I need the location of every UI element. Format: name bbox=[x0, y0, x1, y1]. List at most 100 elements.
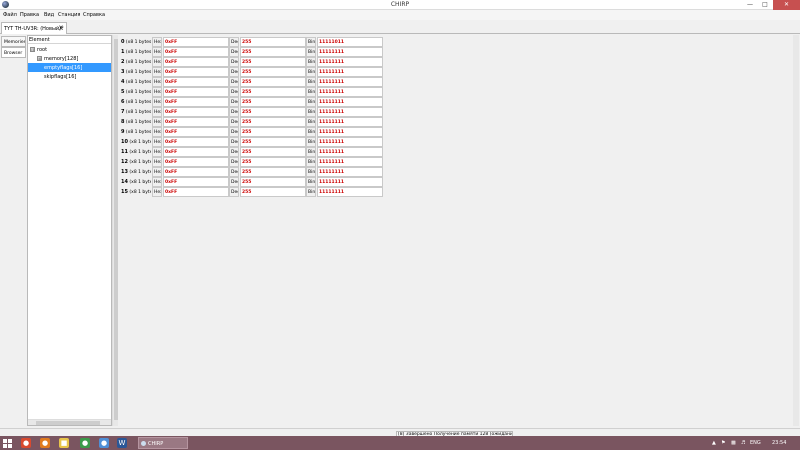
dec-value-field[interactable]: 255 bbox=[240, 107, 306, 117]
hex-value-field[interactable]: 0xFF bbox=[163, 97, 229, 107]
close-window-button[interactable]: ✕ bbox=[773, 0, 800, 10]
bin-value-field[interactable]: 11111111 bbox=[317, 147, 383, 157]
hex-value-field[interactable]: 0xFF bbox=[163, 67, 229, 77]
bin-value-field[interactable]: 11111111 bbox=[317, 157, 383, 167]
bin-value-field[interactable]: 11111111 bbox=[317, 47, 383, 57]
tree-horizontal-scrollbar[interactable] bbox=[28, 419, 111, 425]
tray-flag-icon[interactable]: ⚑ bbox=[721, 440, 725, 446]
bin-value-field[interactable]: 11111111 bbox=[317, 137, 383, 147]
taskbar-chirp-label: CHIRP bbox=[148, 441, 164, 447]
menu-radio[interactable]: Станция bbox=[58, 12, 80, 18]
dec-value-field[interactable]: 255 bbox=[240, 57, 306, 67]
dec-value-field[interactable]: 255 bbox=[240, 97, 306, 107]
hex-label: Hex bbox=[152, 137, 162, 147]
bin-value-field[interactable]: 11111111 bbox=[317, 177, 383, 187]
bin-value-field[interactable]: 11111111 bbox=[317, 107, 383, 117]
firefox-icon[interactable]: ● bbox=[40, 438, 50, 448]
byte-label: 8 (x8 1 bytes) bbox=[121, 117, 151, 127]
tab-close-icon[interactable]: X bbox=[59, 25, 63, 32]
windows-start-icon[interactable] bbox=[3, 439, 12, 448]
tray-clock[interactable]: 23:54 bbox=[772, 440, 786, 446]
tab-browser[interactable]: Browser bbox=[1, 47, 26, 58]
hex-value-field[interactable]: 0xFF bbox=[163, 77, 229, 87]
bin-value-field[interactable]: 11111111 bbox=[317, 77, 383, 87]
dec-value-field[interactable]: 255 bbox=[240, 117, 306, 127]
menu-edit[interactable]: Правка bbox=[20, 12, 39, 18]
tree-node-memory[interactable]: ⊞ memory[128] bbox=[28, 54, 111, 63]
menu-help[interactable]: Справка bbox=[83, 12, 105, 18]
hex-value-field[interactable]: 0xFF bbox=[163, 167, 229, 177]
opera-icon[interactable]: ● bbox=[21, 438, 31, 448]
dec-value-field[interactable]: 255 bbox=[240, 37, 306, 47]
hex-value-field[interactable]: 0xFF bbox=[163, 127, 229, 137]
menu-view[interactable]: Вид bbox=[44, 12, 54, 18]
bin-value-field[interactable]: 11111011 bbox=[317, 37, 383, 47]
maximize-button[interactable]: □ bbox=[758, 0, 772, 10]
expand-icon[interactable]: ⊞ bbox=[37, 56, 42, 61]
main-vertical-scrollbar[interactable] bbox=[793, 35, 799, 426]
dec-label: Dec bbox=[229, 97, 239, 107]
dec-value-field[interactable]: 255 bbox=[240, 77, 306, 87]
dec-value-field[interactable]: 255 bbox=[240, 127, 306, 137]
side-tab-panel: Memories Browser bbox=[0, 36, 27, 428]
bin-value-field[interactable]: 11111111 bbox=[317, 97, 383, 107]
folder-icon[interactable]: ■ bbox=[59, 438, 69, 448]
dec-value-field[interactable]: 255 bbox=[240, 147, 306, 157]
dec-value-field[interactable]: 255 bbox=[240, 177, 306, 187]
hex-value-field[interactable]: 0xFF bbox=[163, 107, 229, 117]
taskbar-chirp-button[interactable]: CHIRP bbox=[138, 437, 188, 449]
minimize-button[interactable]: — bbox=[743, 0, 757, 10]
tray-network-icon[interactable]: ▩ bbox=[731, 440, 736, 446]
scrollbar-thumb[interactable] bbox=[114, 39, 118, 420]
hex-value-field[interactable]: 0xFF bbox=[163, 187, 229, 197]
dec-value-field[interactable]: 255 bbox=[240, 167, 306, 177]
bin-value-field[interactable]: 11111111 bbox=[317, 87, 383, 97]
tree-node-root[interactable]: ⊟ root bbox=[28, 45, 111, 54]
word-icon[interactable]: W bbox=[117, 438, 127, 448]
dec-value-field[interactable]: 255 bbox=[240, 157, 306, 167]
hex-label: Hex bbox=[152, 77, 162, 87]
bin-value-field[interactable]: 11111111 bbox=[317, 117, 383, 127]
tray-language[interactable]: ENG bbox=[750, 440, 761, 446]
hex-value-field[interactable]: 0xFF bbox=[163, 117, 229, 127]
menu-file[interactable]: Файл bbox=[3, 12, 17, 18]
dec-label: Dec bbox=[229, 177, 239, 187]
tab-radio-image[interactable]: TYT TH-UV3R: (Новый)* X bbox=[1, 22, 67, 34]
dec-value-field[interactable]: 255 bbox=[240, 87, 306, 97]
hex-value-field[interactable]: 0xFF bbox=[163, 37, 229, 47]
browser-icon[interactable]: ● bbox=[99, 438, 109, 448]
tree-header-element[interactable]: Element bbox=[28, 36, 111, 44]
hex-value-field[interactable]: 0xFF bbox=[163, 157, 229, 167]
element-tree: Element ⊟ root ⊞ memory[128] emptyflags[… bbox=[27, 35, 112, 426]
dec-value-field[interactable]: 255 bbox=[240, 47, 306, 57]
hex-value-field[interactable]: 0xFF bbox=[163, 147, 229, 157]
hex-label: Hex bbox=[152, 127, 162, 137]
tree-node-skipflags[interactable]: skipflags[16] bbox=[28, 72, 111, 81]
bin-value-field[interactable]: 11111111 bbox=[317, 67, 383, 77]
bin-value-field[interactable]: 11111111 bbox=[317, 127, 383, 137]
tray-up-arrow-icon[interactable]: ▲ bbox=[712, 440, 716, 446]
byte-index: 14 bbox=[121, 179, 128, 185]
chrome-icon[interactable]: ● bbox=[80, 438, 90, 448]
bin-label: Bin bbox=[306, 67, 316, 77]
hex-value-field[interactable]: 0xFF bbox=[163, 47, 229, 57]
hex-label: Hex bbox=[152, 177, 162, 187]
scrollbar-thumb[interactable] bbox=[36, 421, 100, 425]
tray-volume-icon[interactable]: ♬ bbox=[741, 440, 745, 446]
bin-value-field[interactable]: 11111111 bbox=[317, 167, 383, 177]
collapse-icon[interactable]: ⊟ bbox=[30, 47, 35, 52]
dec-value-field[interactable]: 255 bbox=[240, 187, 306, 197]
tab-radio-image-label: TYT TH-UV3R: (Новый)* bbox=[4, 26, 64, 32]
dec-value-field[interactable]: 255 bbox=[240, 137, 306, 147]
bin-value-field[interactable]: 11111111 bbox=[317, 187, 383, 197]
tree-node-emptyflags[interactable]: emptyflags[16] bbox=[28, 63, 111, 72]
hex-value-field[interactable]: 0xFF bbox=[163, 87, 229, 97]
hex-value-field[interactable]: 0xFF bbox=[163, 57, 229, 67]
hex-value-field[interactable]: 0xFF bbox=[163, 177, 229, 187]
bin-value-field[interactable]: 11111111 bbox=[317, 57, 383, 67]
tree-vertical-scrollbar[interactable] bbox=[112, 35, 118, 426]
hex-value-field[interactable]: 0xFF bbox=[163, 137, 229, 147]
tab-memories[interactable]: Memories bbox=[1, 36, 26, 47]
dec-value-field[interactable]: 255 bbox=[240, 67, 306, 77]
bin-label: Bin bbox=[306, 97, 316, 107]
